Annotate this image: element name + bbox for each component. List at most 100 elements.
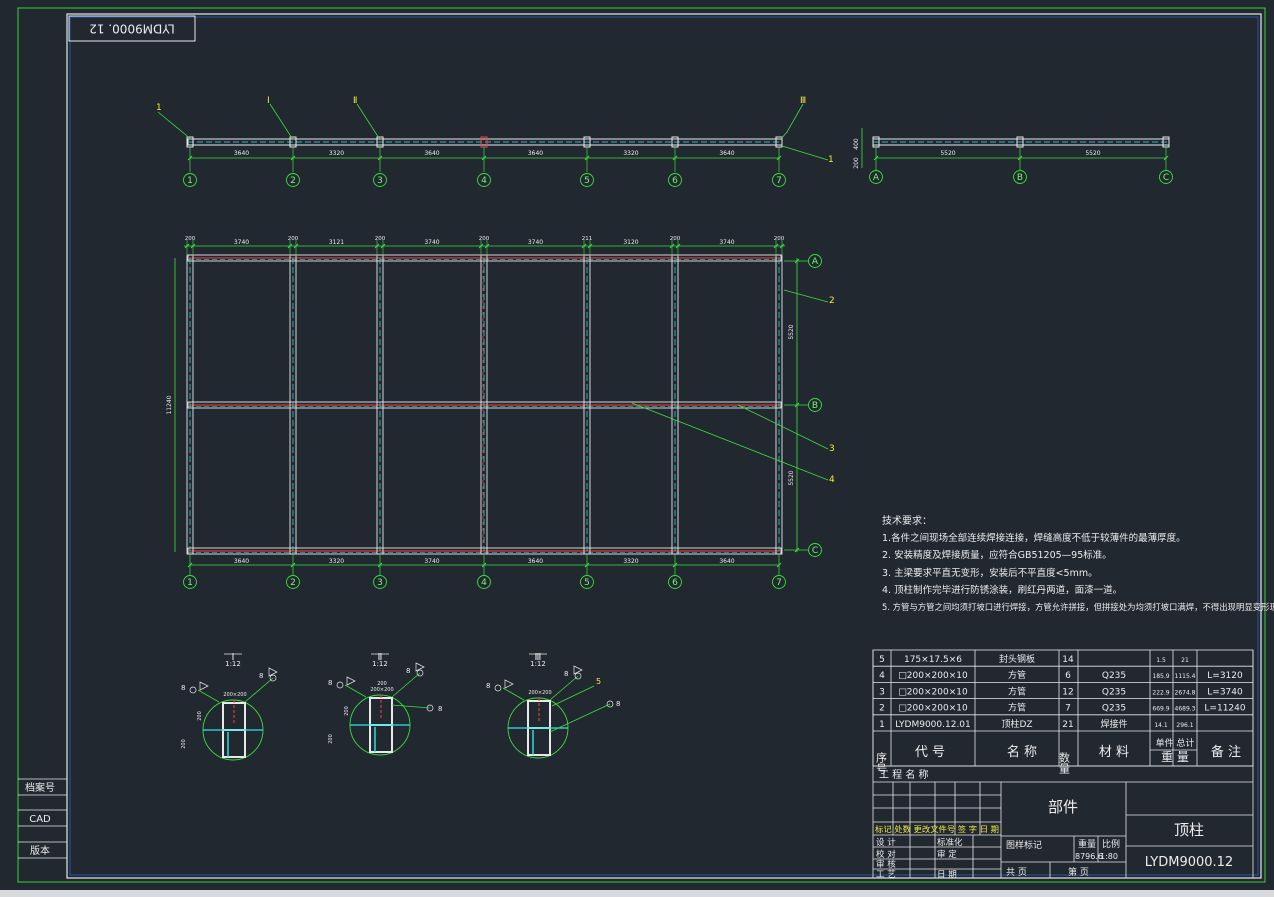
svg-text:3: 3 — [377, 578, 383, 588]
top-elev-span-dim: 3320 — [329, 150, 344, 157]
top-elev-axis-3: 3 — [373, 173, 387, 187]
svg-text:2: 2 — [290, 176, 296, 186]
svg-text:200: 200 — [377, 681, 387, 687]
svg-text:B: B — [812, 401, 818, 411]
plan-top-small-dim: 200 — [185, 236, 196, 242]
side-height-dim-2: 200 — [853, 157, 860, 169]
svg-text:L=3740: L=3740 — [1207, 687, 1243, 697]
bom-row: 4 □200×200×10 方管 6 Q235 185.9 1115.4 L=3120 — [879, 669, 1243, 681]
archive-no-label: 档案号 — [25, 781, 55, 794]
plan-callout-2: 2 — [829, 296, 835, 306]
svg-text:4: 4 — [481, 578, 487, 588]
svg-text:LYDM9000.12.01: LYDM9000.12.01 — [895, 720, 971, 730]
sheet-no: 第 页 — [1068, 866, 1089, 878]
svg-text:7: 7 — [776, 578, 782, 588]
plan-right-dim-1: 5520 — [788, 324, 795, 339]
plan-row-axis-B: B — [808, 398, 822, 412]
svg-text:1.5: 1.5 — [1156, 657, 1166, 664]
tech-note-1: 1.各件之间现场全部连续焊接连接，焊缝高度不低于较薄件的最薄厚度。 — [882, 532, 1186, 544]
plan-axis-7: 7 — [772, 575, 786, 589]
plan-bottom-span-dim: 3640 — [528, 558, 543, 565]
svg-text:4: 4 — [879, 671, 885, 681]
svg-text:3: 3 — [879, 687, 885, 697]
plan-top-span-dim: 3121 — [329, 239, 344, 246]
svg-text:2674.8: 2674.8 — [1175, 689, 1196, 696]
svg-text:1: 1 — [187, 176, 193, 186]
plan-bottom-span-dim: 3320 — [329, 558, 344, 565]
role-check: 校 对 — [876, 849, 896, 860]
top-leader-III: Ⅲ — [800, 96, 806, 106]
plan-top-small-dim: 200 — [288, 236, 299, 242]
svg-text:□200×200×10: □200×200×10 — [898, 671, 968, 681]
top-leader-1: 1 — [156, 103, 162, 113]
plan-left-dim: 11240 — [166, 395, 173, 414]
svg-text:A: A — [812, 257, 819, 267]
top-elev-axis-1: 1 — [183, 173, 197, 187]
detail-view-1: Ⅰ1:1288200×200200200 — [181, 652, 278, 761]
bom-row: 2 □200×200×10 方管 7 Q235 669.9 4689.3 L=11240 — [879, 702, 1246, 714]
bottom-status-strip — [0, 890, 1274, 897]
svg-text:14.1: 14.1 — [1154, 722, 1168, 729]
plan-axis-1: 1 — [183, 575, 197, 589]
plan-axis-5: 5 — [580, 575, 594, 589]
svg-text:200: 200 — [344, 706, 350, 716]
svg-text:21: 21 — [1062, 720, 1073, 730]
bom-h-material: 材 料 — [1099, 745, 1129, 760]
plan-top-span-dim: 3740 — [234, 239, 249, 246]
tech-note-2: 2. 安装精度及焊接质量，应符合GB51205—95标准。 — [882, 549, 1112, 561]
inner-frame — [66, 13, 1262, 879]
svg-text:222.9: 222.9 — [1152, 689, 1169, 696]
plan-top-span-dim: 3120 — [623, 239, 638, 246]
drawing-number: LYDM9000.12 — [1145, 855, 1233, 870]
plan-axis-6: 6 — [668, 575, 682, 589]
part-type: 部件 — [1048, 798, 1078, 816]
svg-text:4: 4 — [481, 176, 487, 186]
svg-text:14: 14 — [1062, 655, 1074, 665]
bom-row: 5 175×17.5×6 封头钢板 14 1.5 21 — [879, 653, 1189, 665]
top-elevation: 3640 3320 3640 3640 3320 3640 1 2 3 4 5 6 7 1 Ⅰ Ⅱ Ⅲ… — [156, 96, 834, 187]
svg-text:7: 7 — [1065, 704, 1071, 714]
plan-axis-3: 3 — [373, 575, 387, 589]
svg-text:方管: 方管 — [1008, 669, 1026, 681]
svg-text:1: 1 — [187, 578, 193, 588]
plan-right-dim-2: 5520 — [788, 470, 795, 485]
part-name: 顶柱 — [1174, 821, 1204, 839]
plan-top-span-dim: 3740 — [424, 239, 439, 246]
svg-text:B: B — [1017, 173, 1023, 183]
plan-top-span-dim: 3740 — [719, 239, 734, 246]
side-height-dim-1: 400 — [853, 138, 860, 150]
svg-text:5: 5 — [584, 176, 590, 186]
bom-row: 3 □200×200×10 方管 12 Q235 222.9 2674.8 L=3740 — [879, 685, 1243, 697]
detail-view-3: Ⅲ1:1288200×20058 — [486, 652, 620, 759]
svg-text:A: A — [873, 173, 880, 183]
svg-text:方管: 方管 — [1008, 702, 1026, 714]
svg-text:方管: 方管 — [1008, 685, 1026, 697]
tech-note-5: 5. 方管与方管之间均须打坡口进行焊接，方管允许拼接，但拼接处为均须打坡口满焊，… — [882, 602, 1274, 612]
bom-h-weight: 重 量 — [1161, 750, 1189, 764]
side-elev-axis-A: A — [869, 170, 883, 184]
top-elev-axis-6: 6 — [668, 173, 682, 187]
top-elev-axis-7: 7 — [772, 173, 786, 187]
bom-table: 5 175×17.5×6 封头钢板 14 1.5 214 □200×200×10 方管 6 Q23… — [872, 649, 1254, 775]
plan-axis-2: 2 — [286, 575, 300, 589]
role-approve: 审 定 — [937, 849, 957, 860]
weight-label: 重量 — [1078, 838, 1096, 850]
svg-text:□200×200×10: □200×200×10 — [898, 704, 968, 714]
role-design: 设 计 — [876, 837, 896, 848]
top-leader-1b: 1 — [828, 155, 834, 165]
scale-label: 比例 — [1102, 838, 1120, 850]
top-elev-axis-2: 2 — [286, 173, 300, 187]
side-elev-axis-C: C — [1159, 170, 1173, 184]
bom-row: 1 LYDM9000.12.01 顶柱DZ 21 焊接件 14.1 296.1 — [879, 718, 1194, 730]
svg-text:8: 8 — [486, 682, 490, 690]
top-elev-span-dim: 3320 — [623, 150, 638, 157]
svg-text:5: 5 — [596, 677, 601, 686]
svg-text:8: 8 — [406, 667, 410, 675]
plan-top-small-dim: 200 — [774, 236, 785, 242]
plan-top-span-dim: 3740 — [528, 239, 543, 246]
svg-text:296.1: 296.1 — [1176, 722, 1193, 729]
top-elev-span-dim: 3640 — [424, 150, 439, 157]
tech-note-4: 4. 顶柱制作完毕进行防锈涂装，刷红丹两道，面漆一道。 — [882, 584, 1122, 596]
svg-text:封头钢板: 封头钢板 — [999, 653, 1035, 665]
svg-text:1:12: 1:12 — [530, 660, 546, 668]
